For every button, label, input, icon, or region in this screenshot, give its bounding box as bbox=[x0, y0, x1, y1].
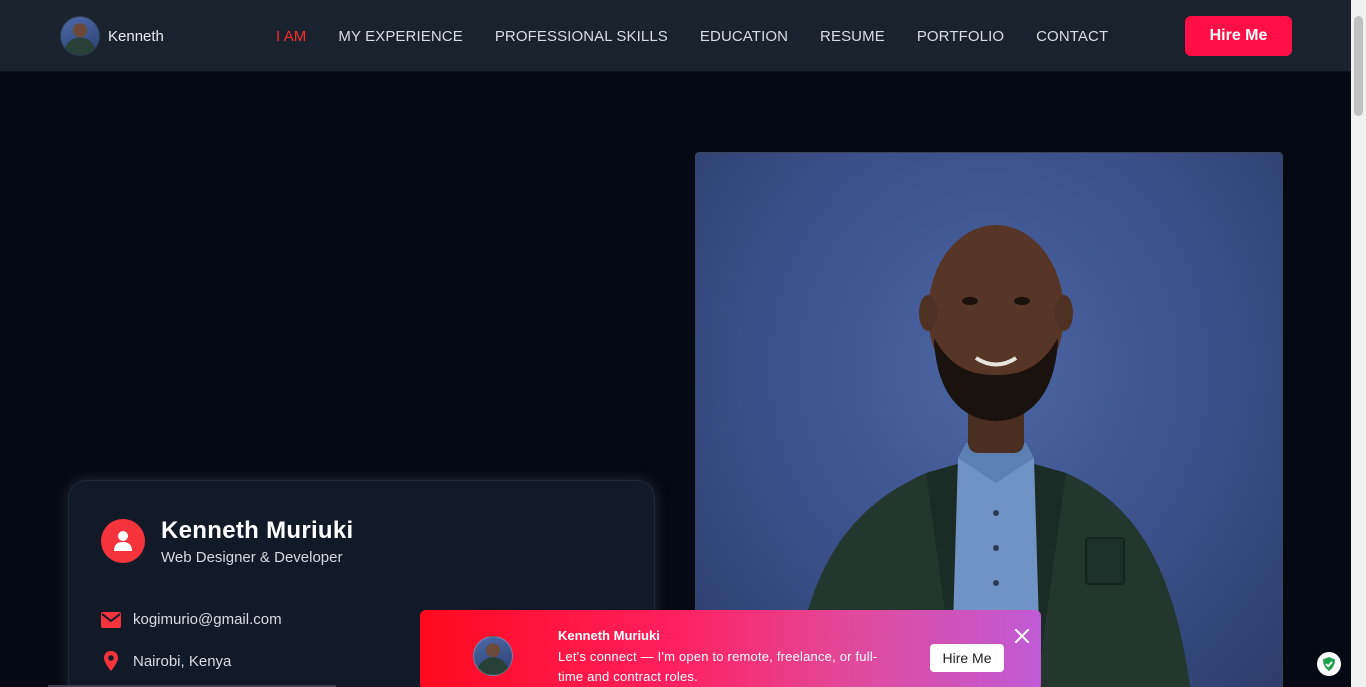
email-text: kogimurio@gmail.com bbox=[133, 611, 282, 628]
brand-avatar bbox=[60, 16, 100, 56]
nav-menu: I AM MY EXPERIENCE PROFESSIONAL SKILLS E… bbox=[276, 0, 1108, 72]
portrait-illustration bbox=[791, 225, 1191, 687]
email-row[interactable]: kogimurio@gmail.com bbox=[101, 611, 282, 628]
profile-portrait bbox=[695, 152, 1283, 687]
hire-toast: Kenneth Muriuki Let's connect — I'm open… bbox=[420, 610, 1041, 687]
shield-icon[interactable] bbox=[1317, 652, 1341, 676]
close-icon[interactable] bbox=[1013, 627, 1031, 645]
toast-avatar bbox=[473, 636, 513, 676]
user-icon bbox=[101, 519, 145, 563]
brand-link[interactable]: Kenneth bbox=[60, 16, 164, 56]
profile-role: Web Designer & Developer bbox=[161, 549, 343, 566]
nav-item-portfolio[interactable]: PORTFOLIO bbox=[917, 28, 1004, 45]
scrollbar-thumb[interactable] bbox=[1354, 16, 1363, 116]
toast-message: Let's connect — I'm open to remote, free… bbox=[558, 649, 878, 684]
hire-me-button[interactable]: Hire Me bbox=[1185, 16, 1292, 56]
brand-name: Kenneth bbox=[108, 27, 164, 45]
envelope-icon bbox=[101, 611, 121, 628]
nav-item-i-am[interactable]: I AM bbox=[276, 28, 306, 45]
nav-item-my-experience[interactable]: MY EXPERIENCE bbox=[338, 28, 462, 45]
top-navbar: Kenneth I AM MY EXPERIENCE PROFESSIONAL … bbox=[0, 0, 1351, 72]
map-pin-icon bbox=[104, 651, 118, 671]
profile-name: Kenneth Muriuki bbox=[161, 517, 354, 544]
page-scrollbar[interactable] bbox=[1351, 0, 1366, 687]
nav-item-resume[interactable]: RESUME bbox=[820, 28, 885, 45]
nav-item-education[interactable]: EDUCATION bbox=[700, 28, 788, 45]
location-text: Nairobi, Kenya bbox=[133, 652, 232, 670]
location-row: Nairobi, Kenya bbox=[101, 651, 231, 671]
toast-hire-me-button[interactable]: Hire Me bbox=[930, 644, 1004, 672]
nav-item-contact[interactable]: CONTACT bbox=[1036, 28, 1108, 45]
toast-title: Kenneth Muriuki bbox=[558, 628, 660, 643]
nav-item-professional-skills[interactable]: PROFESSIONAL SKILLS bbox=[495, 28, 668, 45]
